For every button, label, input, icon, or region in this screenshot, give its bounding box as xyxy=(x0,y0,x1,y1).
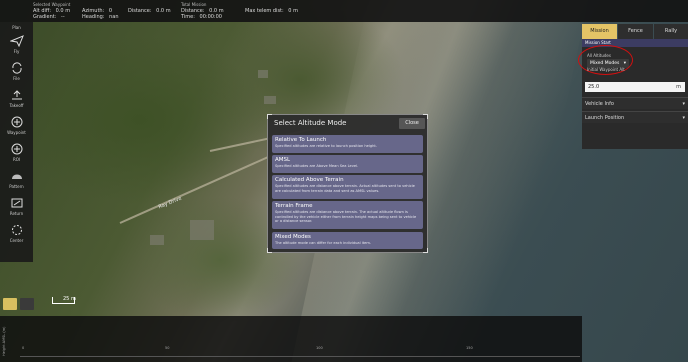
total-mission-info: Total Mission Distance: 0.0 m Time: 00:0… xyxy=(181,2,227,20)
map-type-button[interactable] xyxy=(3,298,17,310)
chevron-down-icon: ▾ xyxy=(682,115,685,121)
zoom-button[interactable] xyxy=(20,298,34,310)
max-telem-value: 0 m xyxy=(288,8,298,14)
mission-settings: Mission Start All Altitudes Mixed Modes … xyxy=(578,39,688,149)
dialog-corner xyxy=(267,248,272,253)
azimuth-group: Azimuth: 0 Heading: nan xyxy=(82,8,122,20)
tool-waypoint[interactable]: Waypoint xyxy=(0,116,33,135)
tool-center-label: Center xyxy=(9,238,24,243)
max-telem-label: Max telem dist: xyxy=(245,8,284,14)
profile-tick: 100 xyxy=(316,346,323,350)
option-desc: Specified altitudes are distance above t… xyxy=(275,210,417,224)
heading-label: Heading: xyxy=(82,14,105,20)
sync-icon xyxy=(10,62,24,74)
heading-value: nan xyxy=(109,14,119,20)
distance-label: Distance: xyxy=(128,8,152,14)
profile-tick: 150 xyxy=(466,346,473,350)
option-title: Relative To Launch xyxy=(275,137,327,143)
return-icon xyxy=(10,197,24,209)
launch-position-label: Launch Position xyxy=(585,115,625,121)
total-time-value: 00:00:00 xyxy=(199,14,222,20)
tool-fly-label: Fly xyxy=(13,49,20,54)
initial-wp-alt-input[interactable]: 25.0 m xyxy=(585,82,685,92)
tool-return-label: Return xyxy=(9,211,24,216)
scale-label: 25 m xyxy=(63,296,76,302)
dialog-title: Select Altitude Mode xyxy=(274,119,347,127)
vehicle-info-label: Vehicle Info xyxy=(585,101,614,107)
selected-waypoint-info: Selected Waypoint Alt diff: 0.0 m Gradie… xyxy=(33,2,73,20)
option-title: Terrain Frame xyxy=(275,203,313,209)
option-mixed-modes[interactable]: Mixed Modes The altitude mode can differ… xyxy=(272,232,423,249)
option-terrain-frame[interactable]: Terrain Frame Specified altitudes are di… xyxy=(272,201,423,229)
tab-rally[interactable]: Rally xyxy=(654,24,688,39)
profile-tick: 50 xyxy=(165,346,170,350)
plus-circle-icon xyxy=(10,143,24,155)
terrain-profile: Height AMSL (m) 0 50 100 150 xyxy=(0,316,582,362)
profile-axis-label: Height AMSL (m) xyxy=(2,326,6,356)
plan-toolbar: Plan Fly File Takeoff Waypoint ROI Patte… xyxy=(0,22,33,262)
dialog-corner xyxy=(423,114,428,119)
total-time-label: Time: xyxy=(181,14,195,20)
option-desc: Specified altitudes are relative to laun… xyxy=(275,144,377,148)
send-icon xyxy=(8,35,24,48)
close-button[interactable]: Close xyxy=(399,118,425,129)
tool-file[interactable]: File xyxy=(0,62,33,81)
distance-group: Distance: 0.0 m xyxy=(128,8,174,14)
center-icon xyxy=(10,224,24,236)
tool-takeoff[interactable]: Takeoff xyxy=(0,89,33,108)
plan-label: Plan xyxy=(12,25,21,30)
gradient-row: Gradient: -- xyxy=(33,14,73,20)
option-desc: The altitude mode can differ for each in… xyxy=(275,241,372,245)
altitude-mode-dialog: Select Altitude Mode Close Relative To L… xyxy=(267,114,428,253)
option-desc: Specified altitudes are distance above t… xyxy=(275,184,415,193)
option-calculated-above-terrain[interactable]: Calculated Above Terrain Specified altit… xyxy=(272,175,423,199)
plus-circle-icon xyxy=(10,116,24,128)
option-desc: Specified altitudes are Above Mean Sea L… xyxy=(275,164,359,168)
panel-tabs: Mission Fence Rally xyxy=(582,24,688,39)
dialog-corner xyxy=(423,248,428,253)
option-title: AMSL xyxy=(275,157,291,163)
option-title: Mixed Modes xyxy=(275,234,311,240)
max-telem-group: Max telem dist: 0 m xyxy=(245,8,301,14)
option-title: Calculated Above Terrain xyxy=(275,177,344,183)
building xyxy=(190,220,214,240)
option-relative-to-launch[interactable]: Relative To Launch Specified altitudes a… xyxy=(272,135,423,153)
tool-takeoff-label: Takeoff xyxy=(9,103,24,108)
tool-roi-label: ROI xyxy=(12,157,21,162)
tab-mission[interactable]: Mission xyxy=(582,24,617,39)
heading-row: Heading: nan xyxy=(82,14,122,20)
tab-fence[interactable]: Fence xyxy=(618,24,653,39)
tool-center[interactable]: Center xyxy=(0,224,33,243)
initial-wp-alt-value: 25.0 xyxy=(588,84,600,90)
top-status-bar: Selected Waypoint Alt diff: 0.0 m Gradie… xyxy=(0,0,688,22)
distance-row: Distance: 0.0 m xyxy=(128,8,174,14)
profile-baseline xyxy=(20,356,580,357)
tool-file-label: File xyxy=(13,76,20,81)
takeoff-icon xyxy=(10,89,24,101)
tool-waypoint-label: Waypoint xyxy=(7,130,26,135)
gradient-label: Gradient: xyxy=(33,14,57,20)
total-time-row: Time: 00:00:00 xyxy=(181,14,227,20)
dialog-corner xyxy=(267,114,272,119)
tool-roi[interactable]: ROI xyxy=(0,143,33,162)
building xyxy=(258,70,268,78)
tool-pattern-label: Pattern xyxy=(9,184,24,189)
initial-wp-alt-label: Initial Waypoint Alt xyxy=(587,67,625,72)
distance-value: 0.0 m xyxy=(156,8,171,14)
profile-tick: 0 xyxy=(22,346,25,350)
gradient-value: -- xyxy=(61,14,65,20)
vehicle-info-section[interactable]: Vehicle Info ▾ xyxy=(582,97,688,109)
tool-fly[interactable]: Fly xyxy=(0,35,33,54)
initial-wp-alt-unit: m xyxy=(676,84,681,90)
launch-position-section[interactable]: Launch Position ▾ xyxy=(582,111,688,123)
tool-pattern[interactable]: Pattern xyxy=(0,170,33,189)
pattern-icon xyxy=(10,170,24,182)
mission-panel: Mission Fence Rally Mission Start All Al… xyxy=(578,22,688,362)
option-amsl[interactable]: AMSL Specified altitudes are Above Mean … xyxy=(272,155,423,173)
tool-return[interactable]: Return xyxy=(0,197,33,216)
max-telem-row: Max telem dist: 0 m xyxy=(245,8,301,14)
building xyxy=(264,96,276,104)
chevron-down-icon: ▾ xyxy=(682,101,685,107)
building xyxy=(150,235,164,245)
